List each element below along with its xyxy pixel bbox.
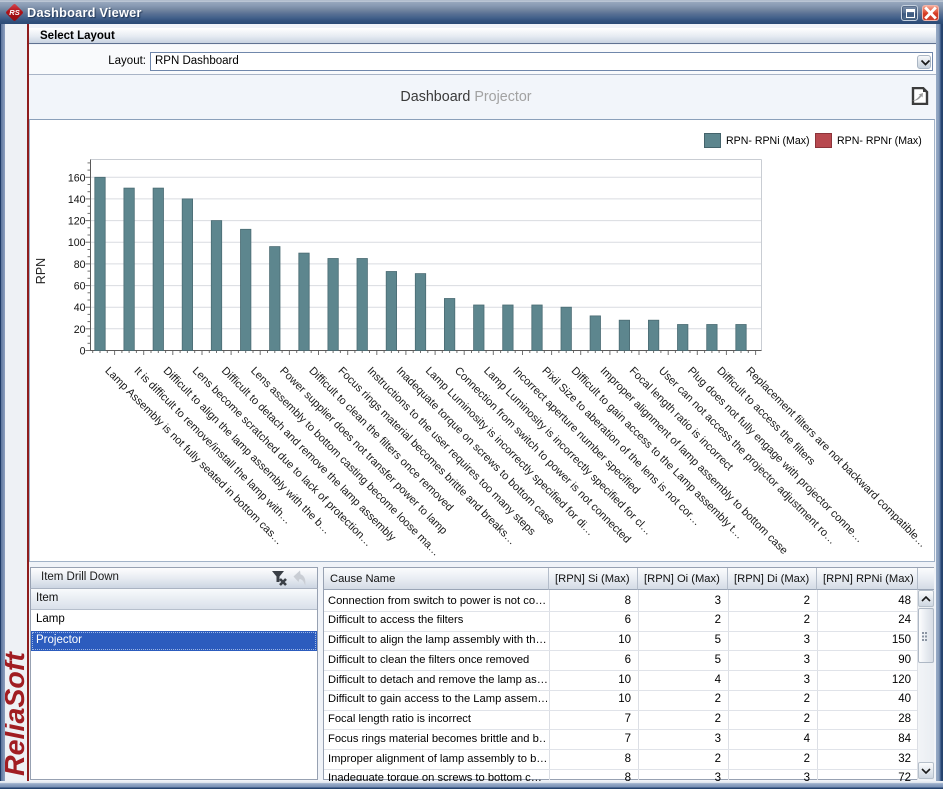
svg-text:140: 140 (68, 194, 86, 206)
svg-text:60: 60 (74, 281, 86, 293)
svg-text:160: 160 (68, 172, 86, 184)
svg-text:40: 40 (74, 302, 86, 314)
svg-text:0: 0 (80, 346, 86, 358)
svg-text:120: 120 (68, 216, 86, 228)
svg-text:80: 80 (74, 259, 86, 271)
svg-text:20: 20 (74, 324, 86, 336)
svg-text:100: 100 (68, 237, 86, 249)
svg-text:RPN: RPN (34, 258, 48, 284)
